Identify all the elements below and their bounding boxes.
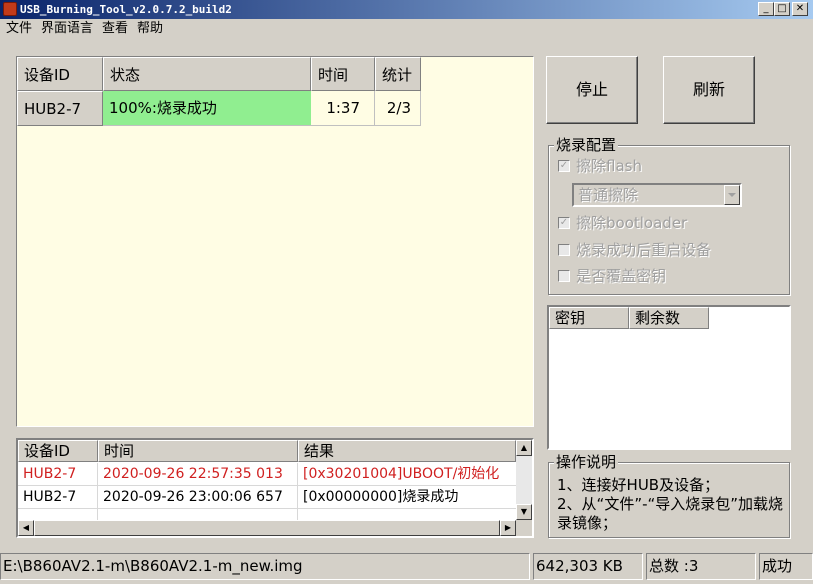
close-icon[interactable]: ✕ — [792, 2, 808, 16]
instructions-text: 1、连接好HUB及设备； 2、从“文件”-“导入烧录包”加载烧录镜像； — [557, 476, 784, 532]
log-col-header-time[interactable]: 时间 — [98, 440, 298, 462]
menu-language[interactable]: 界面语言 — [41, 20, 93, 38]
refresh-button[interactable]: 刷新 — [663, 56, 755, 124]
status-total: 总数 :3 — [646, 553, 756, 580]
erase-bootloader-label: 擦除bootloader — [576, 214, 688, 232]
scroll-left-icon[interactable]: ◀ — [18, 520, 34, 536]
col-header-key[interactable]: 密钥 — [549, 307, 629, 329]
col-header-time[interactable]: 时间 — [311, 57, 375, 91]
menu-help[interactable]: 帮助 — [137, 20, 163, 38]
erase-flash-checkbox[interactable]: ✓ — [558, 160, 570, 172]
log-row-result[interactable]: [0x00000000]烧录成功 — [298, 486, 516, 509]
log-row-id[interactable]: HUB2-7 — [18, 463, 98, 486]
scroll-thumb[interactable] — [34, 520, 500, 536]
maximize-icon[interactable]: □ — [774, 2, 790, 16]
menu-view[interactable]: 查看 — [102, 20, 128, 38]
instructions-title: 操作说明 — [554, 453, 619, 471]
overwrite-key-checkbox[interactable] — [558, 270, 570, 282]
log-row-id[interactable]: HUB2-7 — [18, 486, 98, 509]
col-header-remaining[interactable]: 剩余数 — [629, 307, 709, 329]
log-row-time[interactable]: 2020-09-26 22:57:35 013 — [98, 463, 298, 486]
scroll-up-icon[interactable]: ▲ — [516, 440, 532, 456]
log-row-result[interactable]: [0x30201004]UBOOT/初始化 — [298, 463, 516, 486]
reboot-after-checkbox[interactable] — [558, 244, 570, 256]
status-file-path: E:\B860AV2.1-m\B860AV2.1-m_new.img — [0, 553, 530, 580]
scroll-corner — [516, 520, 532, 536]
app-icon — [3, 2, 17, 16]
device-row-id[interactable]: HUB2-7 — [17, 91, 103, 126]
log-row-time[interactable]: 2020-09-26 23:00:06 657 — [98, 486, 298, 509]
log-col-header-result[interactable]: 结果 — [298, 440, 516, 462]
status-file-size: 642,303 KB — [533, 553, 643, 580]
window-title: USB_Burning_Tool_v2.0.7.2_build2 — [20, 3, 232, 16]
device-row-count: 2/3 — [375, 91, 421, 126]
stop-button[interactable]: 停止 — [546, 56, 638, 124]
minimize-icon[interactable]: _ — [758, 2, 774, 16]
menu-file[interactable]: 文件 — [6, 20, 32, 38]
device-row-time: 1:37 — [311, 91, 375, 126]
erase-flash-label: 擦除flash — [576, 157, 642, 175]
erase-mode-value: 普通擦除 — [578, 186, 639, 204]
scroll-down-icon[interactable]: ▼ — [516, 504, 532, 520]
erase-bootloader-checkbox[interactable]: ✓ — [558, 217, 570, 229]
device-row-status: 100%:烧录成功 — [103, 91, 311, 126]
col-header-status[interactable]: 状态 — [103, 57, 311, 91]
overwrite-key-label: 是否覆盖密钥 — [576, 267, 667, 285]
col-header-count[interactable]: 统计 — [375, 57, 421, 91]
scroll-right-icon[interactable]: ▶ — [500, 520, 516, 536]
chevron-down-icon[interactable] — [724, 185, 740, 205]
reboot-after-label: 烧录成功后重启设备 — [576, 241, 712, 259]
col-header-device-id[interactable]: 设备ID — [17, 57, 103, 91]
log-col-header-device-id[interactable]: 设备ID — [18, 440, 98, 462]
status-result: 成功 — [759, 553, 813, 580]
burn-config-title: 烧录配置 — [554, 136, 619, 154]
